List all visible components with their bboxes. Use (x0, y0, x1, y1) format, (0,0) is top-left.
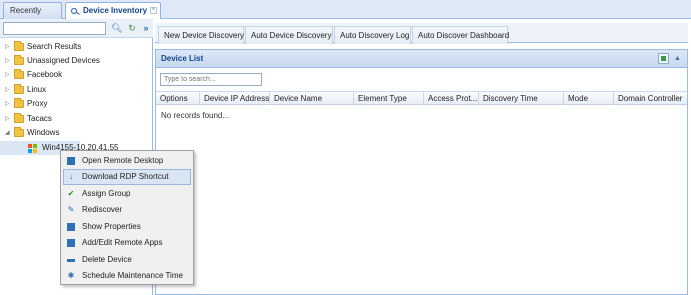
subtab-label: Auto Discover Dashboard (418, 31, 510, 40)
tree-node-label: Search Results (27, 42, 82, 51)
remote-desktop-icon (67, 157, 75, 165)
menu-item-open-remote-desktop[interactable]: Open Remote Desktop (63, 153, 191, 169)
delete-icon (67, 259, 75, 262)
column-header-access-protocol[interactable]: Access Prot... (424, 92, 479, 105)
tree-node-label: Unassigned Devices (27, 56, 100, 65)
assign-group-icon: ✔ (67, 189, 75, 198)
column-label: Device Name (274, 94, 323, 103)
column-header-device-name[interactable]: Device Name (270, 92, 354, 105)
column-header-discovery-time[interactable]: Discovery Time (479, 92, 564, 105)
menu-item-label: Rediscover (82, 205, 123, 214)
tab-recently-view[interactable]: Recently View (3, 2, 62, 31)
menu-item-download-rdp-shortcut[interactable]: ↓ Download RDP Shortcut (63, 169, 191, 185)
collapsed-arrow-icon[interactable]: ▷ (5, 112, 10, 126)
folder-icon (14, 98, 24, 108)
folder-icon (14, 69, 24, 79)
menu-item-label: Open Remote Desktop (82, 156, 164, 165)
device-context-menu: Open Remote Desktop ↓ Download RDP Short… (60, 150, 194, 285)
refresh-icon[interactable]: ↻ (126, 22, 138, 34)
collapsed-arrow-icon[interactable]: ▷ (5, 97, 10, 111)
menu-item-add-edit-remote-apps[interactable]: Add/Edit Remote Apps (63, 235, 191, 251)
expanded-arrow-icon[interactable]: ◢ (5, 126, 10, 140)
column-label: Element Type (358, 94, 407, 103)
tree-node-label: Tacacs (27, 114, 52, 123)
menu-item-label: Show Properties (82, 222, 141, 231)
column-label: Domain Controller (618, 94, 683, 103)
export-icon[interactable] (658, 53, 669, 64)
schedule-icon: ✱ (67, 271, 75, 280)
tree-node-label: Linux (27, 85, 47, 94)
discovery-tab-bar: New Device Discovery Auto Device Discove… (155, 23, 688, 44)
tab-new-device-discovery[interactable]: New Device Discovery (158, 26, 244, 44)
folder-icon (14, 55, 24, 65)
tab-auto-discovery-log[interactable]: Auto Discovery Log (334, 26, 411, 44)
column-label: Discovery Time (483, 94, 538, 103)
tree-node-label: Windows (27, 128, 60, 137)
collapse-icon[interactable]: ▲ (672, 53, 683, 64)
menu-item-schedule-maintenance[interactable]: ✱ Schedule Maintenance Time (63, 268, 191, 284)
tab-auto-device-discovery[interactable]: Auto Device Discovery (245, 26, 333, 44)
device-search-input[interactable] (160, 73, 262, 86)
expand-icon[interactable]: » (140, 22, 152, 34)
column-header-element-type[interactable]: Element Type (354, 92, 424, 105)
menu-item-label: Download RDP Shortcut (82, 172, 169, 181)
filter-row (156, 69, 687, 89)
menu-item-rediscover[interactable]: ✎ Rediscover (63, 202, 191, 218)
menu-item-label: Delete Device (82, 255, 132, 264)
tree-search-input[interactable] (3, 22, 106, 35)
menu-item-show-properties[interactable]: Show Properties (63, 219, 191, 235)
folder-icon (14, 84, 24, 94)
column-label: Options (160, 94, 188, 103)
empty-grid-message: No records found... (161, 111, 230, 120)
menu-item-label: Schedule Maintenance Time (82, 271, 183, 280)
collapsed-arrow-icon[interactable]: ▷ (5, 54, 10, 68)
windows-logo-icon (28, 144, 38, 153)
panel-title: Device List (161, 54, 204, 63)
folder-icon (14, 113, 24, 123)
rediscover-icon: ✎ (67, 205, 75, 214)
menu-item-delete-device[interactable]: Delete Device (63, 252, 191, 268)
close-tab-icon[interactable]: × (150, 7, 157, 14)
device-inventory-icon (71, 7, 80, 15)
tab-device-inventory[interactable]: Device Inventory × (65, 2, 161, 20)
panel-header: Device List ▲ (156, 50, 687, 68)
grid-header: Options Device IP Address Device Name El… (156, 91, 687, 105)
column-label: Mode (568, 94, 589, 103)
folder-icon (14, 41, 24, 51)
folder-icon (14, 127, 24, 137)
collapsed-arrow-icon[interactable]: ▷ (5, 68, 10, 82)
column-label: Access Prot... (428, 94, 478, 103)
column-header-mode[interactable]: Mode (564, 92, 614, 105)
menu-item-label: Add/Edit Remote Apps (82, 238, 163, 247)
subtab-label: New Device Discovery (164, 31, 245, 40)
properties-icon (67, 223, 75, 231)
menu-item-label: Assign Group (82, 189, 131, 198)
remote-apps-icon (67, 239, 75, 247)
tab-auto-discover-dashboard[interactable]: Auto Discover Dashboard (412, 26, 510, 44)
collapsed-arrow-icon[interactable]: ▷ (5, 40, 10, 54)
tree-node-label: Facebook (27, 70, 63, 79)
main-content: New Device Discovery Auto Device Discove… (155, 19, 691, 295)
subtab-label: Auto Discovery Log (340, 31, 410, 40)
column-header-domain-controller[interactable]: Domain Controller (614, 92, 687, 105)
main-tab-bar: Recently View Device Inventory × (0, 0, 691, 31)
menu-item-assign-group[interactable]: ✔ Assign Group (63, 186, 191, 202)
search-icon[interactable]: 🔍︎ (111, 22, 123, 34)
column-label: Device IP Address (204, 94, 270, 103)
download-icon: ↓ (69, 172, 73, 181)
device-list-panel: Device List ▲ Options Device IP Address … (155, 49, 688, 295)
column-header-options[interactable]: Options (156, 92, 200, 105)
column-header-device-ip[interactable]: Device IP Address (200, 92, 270, 105)
tree-search-row: 🔍︎ ↻ » (0, 19, 153, 38)
collapsed-arrow-icon[interactable]: ▷ (5, 83, 10, 97)
tree-node-label: Proxy (27, 99, 48, 108)
subtab-label: Auto Device Discovery (251, 31, 332, 40)
tab-device-inventory-label: Device Inventory (83, 6, 148, 15)
